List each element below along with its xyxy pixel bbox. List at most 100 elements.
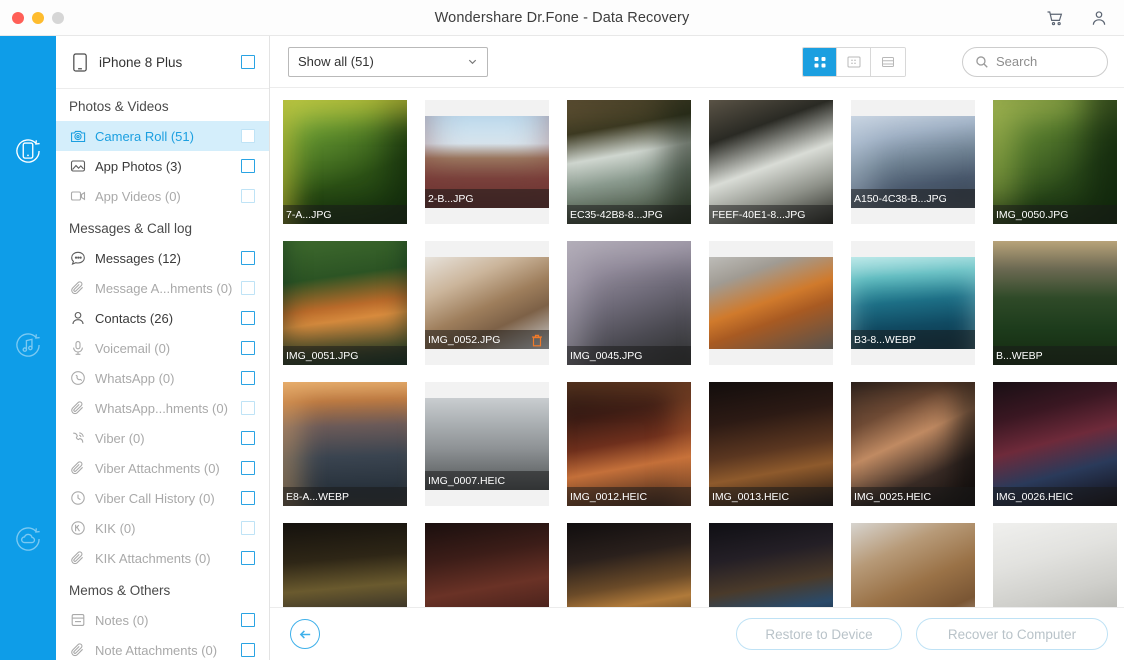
thumbnail-item[interactable]: B3-8...WEBP bbox=[851, 241, 975, 365]
sidebar-item[interactable]: KIK Attachments (0) bbox=[56, 543, 269, 573]
thumbnail-item[interactable]: B...WEBP bbox=[993, 241, 1117, 365]
restore-to-device-button[interactable]: Restore to Device bbox=[736, 618, 902, 650]
sidebar-item-checkbox[interactable] bbox=[241, 251, 255, 265]
thumbnail-item[interactable] bbox=[851, 523, 975, 607]
cart-icon[interactable] bbox=[1046, 9, 1064, 27]
sidebar-item[interactable]: Contacts (26) bbox=[56, 303, 269, 333]
sidebar-item[interactable]: Messages (12) bbox=[56, 243, 269, 273]
sidebar-item-checkbox[interactable] bbox=[241, 371, 255, 385]
clock-icon bbox=[71, 491, 85, 505]
kik-icon bbox=[71, 521, 85, 535]
sidebar-item[interactable]: WhatsApp (0) bbox=[56, 363, 269, 393]
thumbnail-grid-scroll[interactable]: 7-A...JPG 2-B...JPG EC35-42B8-8...JPG FEEF-… bbox=[270, 88, 1124, 607]
sidebar-item-checkbox[interactable] bbox=[241, 159, 255, 173]
main-panel: Show all (51) Search 7-A...JPG 2-B...JPG… bbox=[270, 36, 1124, 660]
thumbnail-item[interactable]: IMG_0013.HEIC bbox=[709, 382, 833, 506]
sidebar-item-checkbox[interactable] bbox=[241, 461, 255, 475]
thumbnail-art bbox=[425, 523, 549, 607]
sidebar-item[interactable]: KIK (0) bbox=[56, 513, 269, 543]
rail-item-recover-from-device[interactable] bbox=[7, 130, 49, 172]
thumbnail-image: 2-B...JPG bbox=[425, 100, 549, 224]
thumbnail-item[interactable] bbox=[709, 241, 833, 365]
thumbnail-item[interactable]: E8-A...WEBP bbox=[283, 382, 407, 506]
thumbnail-art bbox=[283, 523, 407, 607]
title-bar: Wondershare Dr.Fone - Data Recovery bbox=[0, 0, 1124, 36]
sidebar-item[interactable]: App Photos (3) bbox=[56, 151, 269, 181]
sidebar-item-checkbox[interactable] bbox=[241, 281, 255, 295]
recover-to-computer-button[interactable]: Recover to Computer bbox=[916, 618, 1108, 650]
thumbnail-image bbox=[851, 523, 975, 607]
module-rail bbox=[0, 36, 56, 660]
thumbnail-item[interactable]: IMG_0051.JPG bbox=[283, 241, 407, 365]
thumbnail-item[interactable]: IMG_0025.HEIC bbox=[851, 382, 975, 506]
sidebar-item[interactable]: Notes (0) bbox=[56, 605, 269, 635]
thumbnail-item[interactable] bbox=[567, 523, 691, 607]
sidebar-item-label: KIK (0) bbox=[95, 520, 136, 536]
sidebar-item-checkbox[interactable] bbox=[241, 401, 255, 415]
thumbnail-item[interactable]: IMG_0007.HEIC bbox=[425, 382, 549, 506]
sidebar-item[interactable]: Viber (0) bbox=[56, 423, 269, 453]
sidebar-item-label: KIK Attachments (0) bbox=[95, 550, 211, 566]
music-recover-icon bbox=[16, 333, 40, 357]
thumbnail-image: IMG_0013.HEIC bbox=[709, 382, 833, 506]
sidebar-item-checkbox[interactable] bbox=[241, 491, 255, 505]
thumbnail-caption: A150-4C38-B...JPG bbox=[851, 189, 975, 208]
sidebar-item-label: Viber Attachments (0) bbox=[95, 460, 220, 476]
thumbnail-item[interactable]: 2-B...JPG bbox=[425, 100, 549, 224]
thumbnail-item[interactable]: A150-4C38-B...JPG bbox=[851, 100, 975, 224]
thumbnail-item[interactable] bbox=[993, 523, 1117, 607]
back-button[interactable] bbox=[290, 619, 320, 649]
sidebar-item[interactable]: App Videos (0) bbox=[56, 181, 269, 211]
sidebar-item-checkbox[interactable] bbox=[241, 341, 255, 355]
phone-icon bbox=[73, 52, 87, 72]
sidebar-item[interactable]: Camera Roll (51) bbox=[56, 121, 269, 151]
sidebar-item-checkbox[interactable] bbox=[241, 551, 255, 565]
thumbnail-image bbox=[709, 241, 833, 365]
rail-item-recover-from-cloud[interactable] bbox=[7, 518, 49, 560]
view-toggle-grid[interactable] bbox=[803, 47, 837, 76]
sidebar-item-checkbox[interactable] bbox=[241, 613, 255, 627]
thumbnail-caption: 7-A...JPG bbox=[283, 205, 407, 224]
device-recover-icon bbox=[16, 139, 40, 163]
search-box[interactable]: Search bbox=[962, 46, 1108, 77]
thumbnail-item[interactable]: 7-A...JPG bbox=[283, 100, 407, 224]
sidebar-item-label: WhatsApp (0) bbox=[95, 370, 175, 386]
message-icon bbox=[71, 251, 85, 265]
thumbnail-item[interactable] bbox=[283, 523, 407, 607]
thumbnail-item[interactable] bbox=[425, 523, 549, 607]
sidebar-item-checkbox[interactable] bbox=[241, 311, 255, 325]
thumbnail-item[interactable]: EC35-42B8-8...JPG bbox=[567, 100, 691, 224]
sidebar-item[interactable]: Message A...hments (0) bbox=[56, 273, 269, 303]
thumbnail-item[interactable]: IMG_0026.HEIC bbox=[993, 382, 1117, 506]
sidebar-item[interactable]: WhatsApp...hments (0) bbox=[56, 393, 269, 423]
thumbnail-item[interactable]: IMG_0045.JPG bbox=[567, 241, 691, 365]
cloud-recover-icon bbox=[16, 527, 40, 551]
sidebar-item[interactable]: Viber Call History (0) bbox=[56, 483, 269, 513]
sidebar-item[interactable]: Viber Attachments (0) bbox=[56, 453, 269, 483]
thumbnail-item[interactable]: IMG_0052.JPG bbox=[425, 241, 549, 365]
thumbnail-image bbox=[709, 523, 833, 607]
view-toggle-list[interactable] bbox=[871, 47, 905, 76]
sidebar-item-checkbox[interactable] bbox=[241, 431, 255, 445]
thumbnail-item[interactable] bbox=[709, 523, 833, 607]
device-checkbox[interactable] bbox=[241, 55, 255, 69]
view-toggle-detail[interactable] bbox=[837, 47, 871, 76]
sidebar-item[interactable]: Voicemail (0) bbox=[56, 333, 269, 363]
account-icon[interactable] bbox=[1090, 9, 1108, 27]
thumbnail-caption: 2-B...JPG bbox=[425, 189, 549, 208]
app-title: Wondershare Dr.Fone - Data Recovery bbox=[434, 9, 690, 26]
filter-select[interactable]: Show all (51) bbox=[288, 46, 488, 77]
thumbnail-item[interactable]: IMG_0012.HEIC bbox=[567, 382, 691, 506]
thumbnail-image bbox=[567, 523, 691, 607]
sidebar-item[interactable]: Note Attachments (0) bbox=[56, 635, 269, 660]
sidebar-item-checkbox[interactable] bbox=[241, 643, 255, 657]
thumbnail-item[interactable]: FEEF-40E1-8...JPG bbox=[709, 100, 833, 224]
device-row[interactable]: iPhone 8 Plus bbox=[56, 36, 269, 89]
sidebar-item-checkbox[interactable] bbox=[241, 189, 255, 203]
attachment-icon bbox=[71, 281, 83, 295]
thumbnail-item[interactable]: IMG_0050.JPG bbox=[993, 100, 1117, 224]
photo-icon bbox=[70, 160, 86, 172]
sidebar-item-checkbox[interactable] bbox=[241, 521, 255, 535]
sidebar-item-checkbox[interactable] bbox=[241, 129, 255, 143]
rail-item-recover-music[interactable] bbox=[7, 324, 49, 366]
